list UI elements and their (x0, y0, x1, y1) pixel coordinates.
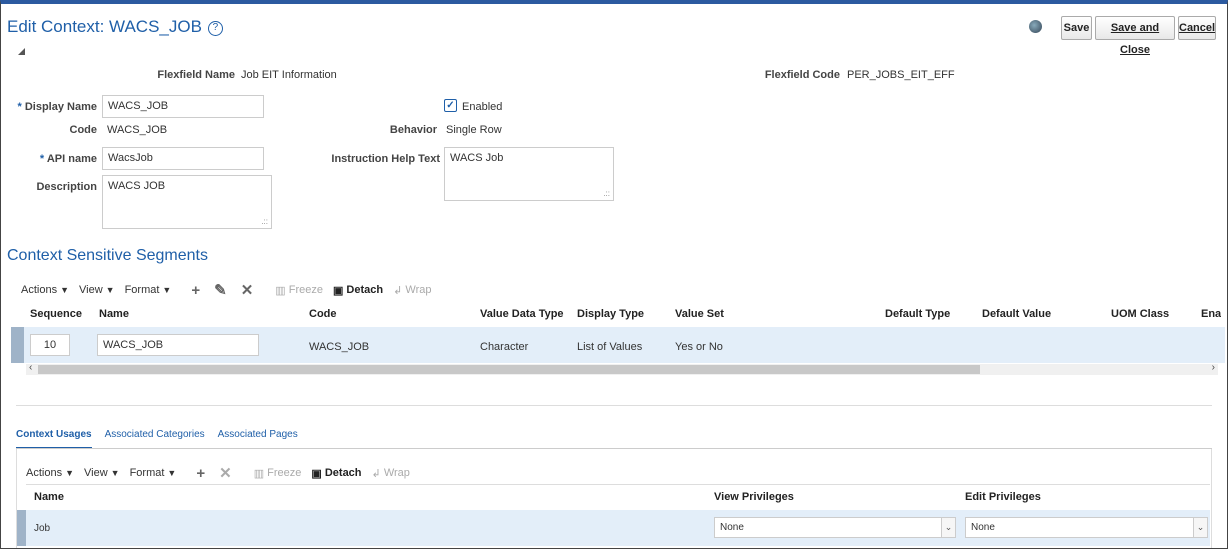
description-field[interactable]: WACS JOB.:: (102, 175, 272, 229)
view-privileges-select[interactable]: None ⌄ (714, 517, 956, 538)
enabled-checkbox[interactable]: ✓ (444, 99, 457, 112)
scroll-right-icon[interactable]: › (1212, 362, 1215, 373)
value-set-cell: Yes or No (675, 341, 723, 353)
freeze-button[interactable]: ▥ Freeze (254, 467, 302, 480)
column-header[interactable]: UOM Class (1111, 308, 1169, 320)
column-header[interactable]: Default Value (982, 308, 1051, 320)
flexfield-name-label: Flexfield Name (157, 69, 235, 81)
wrap-button[interactable]: ↲ Wrap (393, 284, 431, 297)
column-header[interactable]: Display Type (577, 308, 644, 320)
display-type-cell: List of Values (577, 341, 643, 353)
view-menu[interactable]: View ▼ (84, 467, 120, 479)
flexfield-name-value: Job EIT Information (241, 69, 337, 81)
resize-handle-icon[interactable]: .:: (603, 189, 610, 198)
tab-context-usages[interactable]: Context Usages (16, 429, 92, 449)
chevron-down-icon[interactable]: ⌄ (1193, 518, 1207, 537)
globe-icon[interactable] (1029, 20, 1042, 33)
api-name-field[interactable]: WacsJob (102, 147, 264, 170)
horizontal-scrollbar[interactable]: ‹ › (26, 362, 1218, 375)
description-value: WACS JOB (108, 180, 166, 192)
display-name-label: * Display Name (17, 101, 98, 113)
edit-icon[interactable]: ✎ (214, 281, 227, 299)
column-header[interactable]: Code (309, 308, 337, 320)
instruction-help-text-field[interactable]: WACS Job.:: (444, 147, 614, 201)
code-label: Code (69, 124, 98, 136)
behavior-label: Behavior (389, 124, 437, 136)
tab-associated-pages[interactable]: Associated Pages (218, 429, 298, 449)
divider (26, 484, 1210, 485)
freeze-button[interactable]: ▥ Freeze (275, 284, 323, 297)
segments-toolbar: Actions ▼ View ▼ Format ▼ + ✎ ✕ ▥ Freeze ▣ … (21, 281, 441, 300)
resize-handle-icon[interactable]: .:: (261, 217, 268, 226)
save-button[interactable]: Save (1061, 16, 1092, 40)
column-header[interactable]: Ena (1201, 308, 1221, 320)
description-label: Description (36, 181, 97, 193)
value-data-type-cell: Character (480, 341, 529, 353)
column-header[interactable]: Value Set (675, 308, 724, 320)
scroll-left-icon[interactable]: ‹ (29, 362, 32, 373)
actions-menu[interactable]: Actions ▼ (26, 467, 74, 479)
save-and-close-button[interactable]: Save and Close (1095, 16, 1175, 56)
usages-toolbar: Actions ▼ View ▼ Format ▼ + ✕ ▥ Freeze ▣ De… (26, 464, 420, 483)
required-mark: * (17, 101, 22, 113)
flexfield-code-label: Flexfield Code (764, 69, 840, 81)
sequence-field[interactable]: 10 (30, 334, 70, 356)
chevron-down-icon[interactable]: ⌄ (941, 518, 955, 537)
column-header[interactable]: Sequence (30, 308, 82, 320)
wrap-button[interactable]: ↲ Wrap (372, 467, 410, 480)
add-icon[interactable]: + (191, 282, 200, 299)
row-selector[interactable] (11, 327, 24, 363)
segment-name-field[interactable]: WACS_JOB (97, 334, 259, 356)
actions-menu[interactable]: Actions ▼ (21, 284, 69, 296)
view-menu[interactable]: View ▼ (79, 284, 115, 296)
flexfield-code-value: PER_JOBS_EIT_EFF (847, 69, 955, 81)
instruction-help-text-label: Instruction Help Text (331, 153, 440, 165)
column-header[interactable]: Name (34, 491, 64, 503)
behavior-value: Single Row (446, 124, 502, 136)
cancel-button[interactable]: Cancel (1178, 16, 1216, 40)
segments-section-title: Context Sensitive Segments (7, 247, 208, 264)
enabled-label: Enabled (462, 101, 503, 113)
detach-button[interactable]: ▣ Detach (333, 284, 383, 297)
usage-tabs: Context Usages Associated Categories Ass… (16, 429, 311, 449)
row-selector[interactable] (17, 510, 26, 546)
column-header[interactable]: Name (99, 308, 129, 320)
delete-icon[interactable]: ✕ (241, 281, 254, 299)
instruction-help-text-value: WACS Job (450, 152, 504, 164)
column-header[interactable]: View Privileges (714, 491, 794, 503)
format-menu[interactable]: Format ▼ (125, 284, 172, 296)
edit-privileges-select[interactable]: None ⌄ (965, 517, 1208, 538)
detach-button[interactable]: ▣ Detach (311, 467, 361, 480)
column-header[interactable]: Value Data Type (480, 308, 564, 320)
column-header[interactable]: Edit Privileges (965, 491, 1041, 503)
usage-name-cell: Job (34, 523, 51, 534)
segment-code-cell: WACS_JOB (309, 341, 370, 353)
api-name-label: * API name (39, 153, 97, 165)
collapse-icon[interactable] (18, 48, 25, 55)
add-icon[interactable]: + (196, 465, 205, 482)
divider (16, 405, 1212, 406)
required-mark: * (39, 153, 45, 165)
scroll-thumb[interactable] (38, 365, 980, 374)
column-header[interactable]: Default Type (885, 308, 950, 320)
page-title: Edit Context: WACS_JOB? (7, 17, 223, 37)
help-icon[interactable]: ? (207, 21, 223, 36)
display-name-field[interactable]: WACS_JOB (102, 95, 264, 118)
code-value: WACS_JOB (107, 124, 168, 136)
delete-icon[interactable]: ✕ (219, 464, 232, 482)
tab-associated-categories[interactable]: Associated Categories (105, 429, 205, 449)
format-menu[interactable]: Format ▼ (130, 467, 177, 479)
